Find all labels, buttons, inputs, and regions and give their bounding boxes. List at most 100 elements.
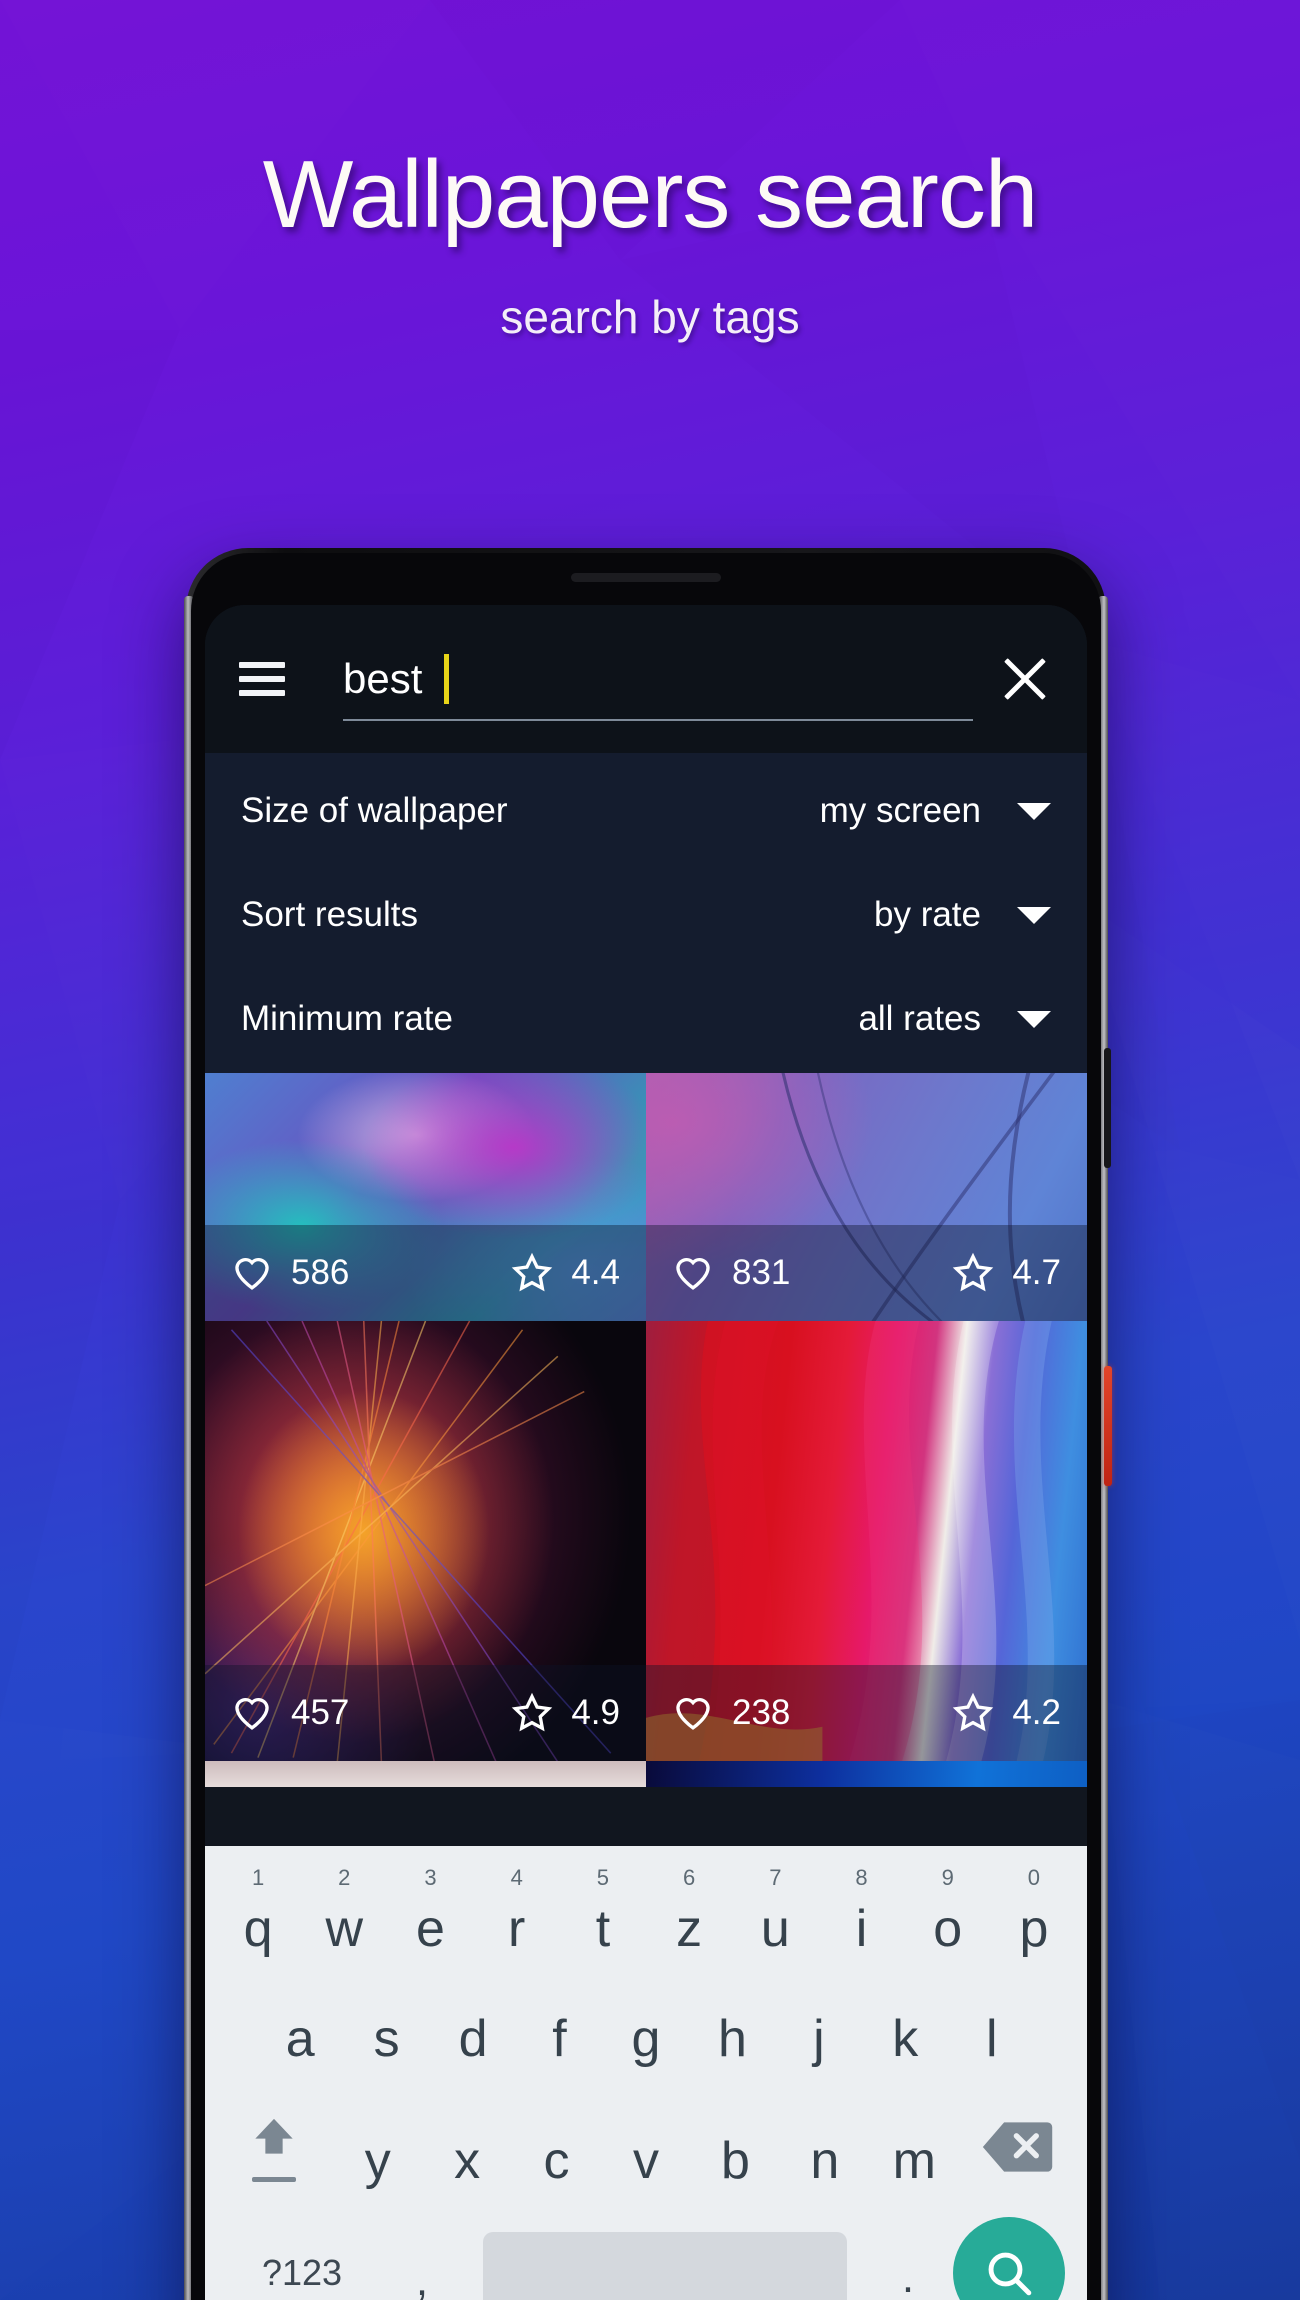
- shift-underline: [252, 2176, 296, 2182]
- wallpaper-thumbnail: [205, 1761, 646, 1787]
- search-input[interactable]: best: [343, 631, 973, 727]
- key-hint: 5: [596, 1865, 610, 1890]
- heart-icon[interactable]: [672, 1252, 714, 1294]
- wallpaper-card[interactable]: 831 4.7: [646, 1073, 1087, 1321]
- key-j[interactable]: j: [776, 1985, 862, 2065]
- star-icon[interactable]: [511, 1692, 553, 1734]
- key-label: c: [543, 2132, 570, 2190]
- wallpaper-card[interactable]: [646, 1761, 1087, 1787]
- comma-key[interactable]: ,: [377, 2240, 467, 2300]
- key-w[interactable]: 2w: [301, 1865, 387, 1955]
- volume-button[interactable]: [1104, 1048, 1111, 1168]
- key-d[interactable]: d: [430, 1985, 516, 2065]
- page-title: Wallpapers search: [262, 141, 1038, 248]
- close-x-icon[interactable]: [997, 651, 1053, 707]
- search-input-value: best: [343, 655, 423, 702]
- key-i[interactable]: 8i: [818, 1865, 904, 1955]
- like-count: 586: [291, 1253, 350, 1292]
- shift-arrow-icon[interactable]: [215, 2113, 333, 2182]
- search-icon[interactable]: [953, 2217, 1065, 2300]
- key-u[interactable]: 7u: [732, 1865, 818, 1955]
- heart-icon[interactable]: [231, 1692, 273, 1734]
- filter-row-sort[interactable]: Sort results by rate: [205, 863, 1087, 967]
- filter-row-size[interactable]: Size of wallpaper my screen: [205, 759, 1087, 863]
- wallpaper-card[interactable]: 238 4.2: [646, 1321, 1087, 1761]
- like-count: 457: [291, 1693, 350, 1732]
- wallpaper-stats: 586 4.4: [205, 1225, 646, 1321]
- key-label: k: [892, 2010, 919, 2068]
- shift-glyph: [255, 2118, 293, 2154]
- key-label: o: [933, 1900, 963, 1958]
- filter-label: Sort results: [241, 895, 418, 934]
- filter-row-minimum-rate[interactable]: Minimum rate all rates: [205, 967, 1087, 1071]
- keyboard-row-2: a s d f g h j k l: [205, 1964, 1087, 2086]
- key-q[interactable]: 1q: [215, 1865, 301, 1955]
- key-label: p: [1019, 1900, 1049, 1958]
- space-key[interactable]: [483, 2232, 847, 2300]
- wallpaper-card[interactable]: [205, 1761, 646, 1787]
- chevron-down-icon: [1017, 802, 1051, 820]
- search-glyph: [988, 2252, 1032, 2296]
- key-p[interactable]: 0p: [991, 1865, 1077, 1955]
- backspace-icon[interactable]: [959, 2119, 1077, 2175]
- key-a[interactable]: a: [257, 1985, 343, 2065]
- key-y[interactable]: y: [333, 2107, 422, 2187]
- key-label: h: [717, 2010, 747, 2068]
- hamburger-menu-icon[interactable]: [239, 662, 285, 696]
- like-count: 238: [732, 1693, 791, 1732]
- key-g[interactable]: g: [603, 1985, 689, 2065]
- key-n[interactable]: n: [780, 2107, 869, 2187]
- filter-label: Minimum rate: [241, 999, 453, 1038]
- key-label: r: [508, 1900, 526, 1958]
- key-label: s: [373, 2010, 400, 2068]
- key-s[interactable]: s: [343, 1985, 429, 2065]
- wallpaper-thumbnail: [646, 1761, 1087, 1787]
- key-l[interactable]: l: [949, 1985, 1035, 2065]
- key-label: y: [364, 2132, 391, 2190]
- filter-value: by rate: [874, 895, 981, 934]
- rating-value: 4.9: [571, 1693, 620, 1732]
- rating-value: 4.7: [1012, 1253, 1061, 1292]
- key-label: v: [632, 2132, 659, 2190]
- key-v[interactable]: v: [601, 2107, 690, 2187]
- heart-icon[interactable]: [231, 1252, 273, 1294]
- key-label: f: [552, 2010, 567, 2068]
- symbols-key[interactable]: ?123: [227, 2252, 377, 2294]
- heart-icon[interactable]: [672, 1692, 714, 1734]
- wallpaper-card[interactable]: 586 4.4: [205, 1073, 646, 1321]
- key-z[interactable]: 6z: [646, 1865, 732, 1955]
- phone-bezel: best Size of wallpaper my screen Sort re…: [191, 553, 1101, 2300]
- key-t[interactable]: 5t: [560, 1865, 646, 1955]
- filter-value: all rates: [858, 999, 981, 1038]
- wallpaper-grid-row-partial: [205, 1761, 1087, 1787]
- key-m[interactable]: m: [870, 2107, 959, 2187]
- key-label: i: [855, 1900, 868, 1958]
- key-hint: 9: [941, 1865, 954, 1890]
- star-icon[interactable]: [952, 1252, 994, 1294]
- star-icon[interactable]: [511, 1252, 553, 1294]
- key-f[interactable]: f: [516, 1985, 602, 2065]
- key-o[interactable]: 9o: [905, 1865, 991, 1955]
- key-b[interactable]: b: [691, 2107, 780, 2187]
- period-key[interactable]: .: [863, 2243, 953, 2300]
- key-x[interactable]: x: [422, 2107, 511, 2187]
- on-screen-keyboard: 1q 2w 3e 4r 5t 6z 7u 8i 9o 0p a s d f g: [205, 1846, 1087, 2300]
- key-c[interactable]: c: [512, 2107, 601, 2187]
- key-label: l: [985, 2010, 998, 2068]
- wallpaper-card[interactable]: 457 4.9: [205, 1321, 646, 1761]
- key-k[interactable]: k: [862, 1985, 948, 2065]
- key-r[interactable]: 4r: [474, 1865, 560, 1955]
- key-hint: 3: [424, 1865, 437, 1890]
- key-label: e: [416, 1900, 445, 1958]
- key-e[interactable]: 3e: [387, 1865, 473, 1955]
- power-button[interactable]: [1104, 1366, 1112, 1486]
- star-icon[interactable]: [952, 1692, 994, 1734]
- key-label: n: [810, 2132, 840, 2190]
- wallpaper-stats: 831 4.7: [646, 1225, 1087, 1321]
- key-label: x: [454, 2132, 481, 2190]
- wallpaper-grid: 586 4.4 831 4.7 457 4.9 238 4.2: [205, 1073, 1087, 1846]
- key-h[interactable]: h: [689, 1985, 775, 2065]
- key-label: q: [243, 1900, 273, 1958]
- chevron-down-icon: [1017, 906, 1051, 924]
- chevron-down-icon: [1017, 1010, 1051, 1028]
